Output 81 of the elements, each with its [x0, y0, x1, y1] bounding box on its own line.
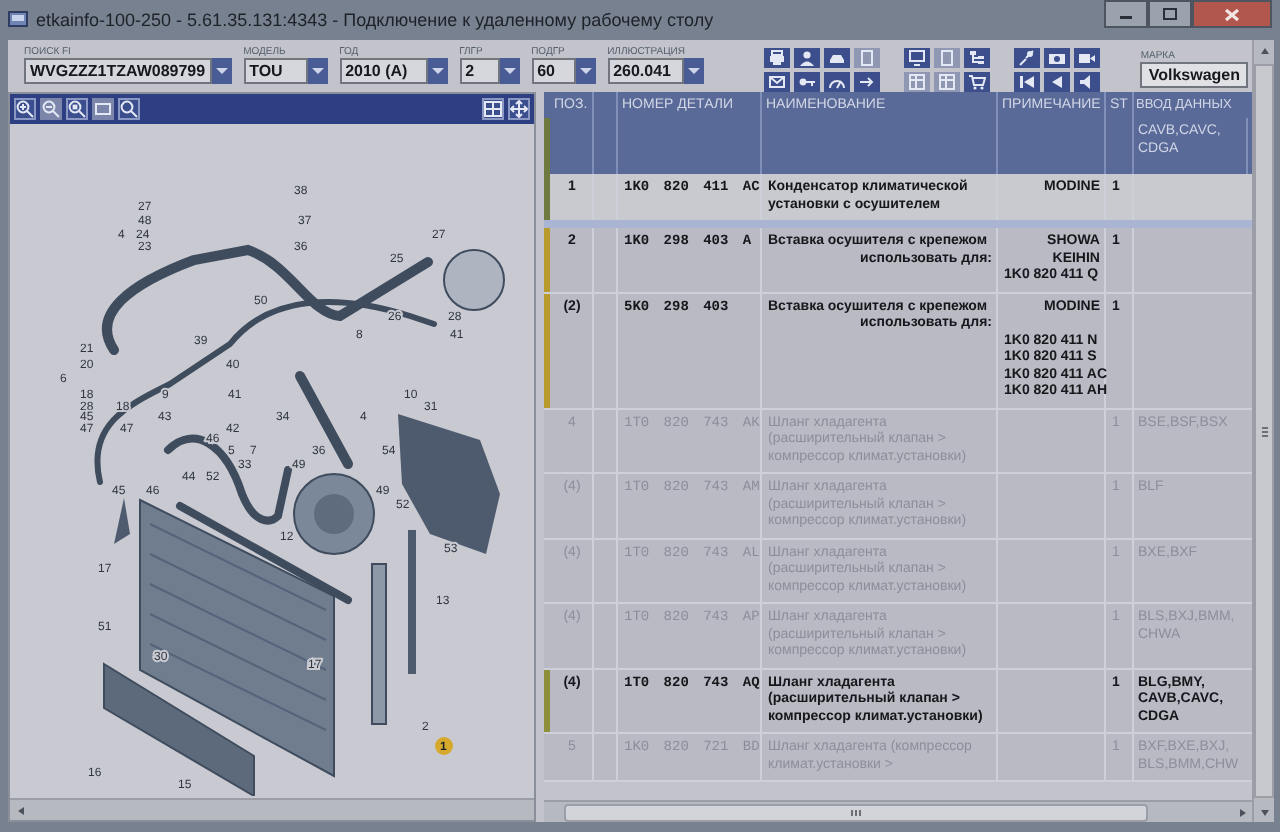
down-arrow-icon [1259, 807, 1269, 817]
cart-icon [968, 74, 987, 90]
skip-back-icon [1018, 74, 1037, 90]
dropdown-field[interactable]: 260.041 [607, 58, 684, 84]
zoom-out-icon [42, 100, 60, 118]
caret-icon [215, 68, 228, 74]
previous-button[interactable] [1044, 72, 1071, 92]
hierarchy-icon [968, 50, 987, 66]
maximize-button[interactable] [1148, 0, 1192, 28]
dropdown-button[interactable] [211, 58, 232, 84]
close-button[interactable] [1192, 0, 1272, 28]
close-icon [1224, 7, 1240, 21]
dropdown-button[interactable] [427, 58, 448, 84]
caret-icon [579, 68, 592, 74]
hierarchy-button[interactable] [964, 48, 991, 68]
sheet-icon [938, 74, 957, 90]
pin-button[interactable] [1014, 48, 1041, 68]
page-icon [94, 100, 112, 118]
horizontal-scrollbar[interactable] [544, 800, 1252, 822]
key-button[interactable] [794, 72, 821, 92]
gauge-button[interactable] [824, 72, 851, 92]
camera-button[interactable] [1044, 48, 1071, 68]
grip-icon [850, 807, 862, 817]
pin-icon [1018, 50, 1037, 66]
brand-field[interactable]: Volkswagen [1140, 62, 1248, 88]
printer-icon [768, 50, 787, 66]
person-button[interactable] [794, 48, 821, 68]
printer-button[interactable] [764, 48, 791, 68]
arrow-button[interactable] [854, 72, 881, 92]
maximize-icon [1162, 8, 1178, 20]
dropdown-button[interactable] [575, 58, 596, 84]
grid-icon [484, 100, 502, 118]
move-icon [510, 100, 528, 118]
search-button[interactable] [118, 98, 140, 120]
zoom-in-icon [16, 100, 34, 118]
speaker-button[interactable] [1074, 72, 1101, 92]
dropdown-field[interactable]: TOU [243, 58, 308, 84]
skip-back-button[interactable] [1014, 72, 1041, 92]
caret-icon [687, 68, 700, 74]
caret-icon [503, 68, 516, 74]
document-icon [858, 50, 877, 66]
key-icon [798, 74, 817, 90]
document-icon [938, 50, 957, 66]
caret-icon [311, 68, 324, 74]
zoom-fit-button[interactable] [66, 98, 88, 120]
sheet-icon [908, 74, 927, 90]
monitor-icon [908, 50, 927, 66]
right-arrow-icon [1237, 807, 1247, 817]
dropdown-button[interactable] [307, 58, 328, 84]
envelope-button[interactable] [764, 72, 791, 92]
vertical-scrollbar[interactable] [1252, 40, 1274, 822]
video-camera-icon [1078, 50, 1097, 66]
minimize-button[interactable] [1104, 0, 1148, 28]
video-camera-button[interactable] [1074, 48, 1101, 68]
car-button[interactable] [824, 48, 851, 68]
grid-button[interactable] [482, 98, 504, 120]
dropdown-field[interactable]: 2 [459, 58, 500, 84]
dropdown-field[interactable]: WVGZZZ1TZAW089799 [24, 58, 212, 84]
up-arrow-icon [1259, 45, 1269, 55]
envelope-icon [768, 74, 787, 90]
zoom-fit-icon [68, 100, 86, 118]
dropdown-field[interactable]: 2010 (A) [339, 58, 428, 84]
arrow-icon [858, 74, 877, 90]
app-icon [8, 10, 28, 30]
horizontal-scrollbar[interactable] [10, 798, 534, 820]
monitor-button[interactable] [904, 48, 931, 68]
zoom-in-button[interactable] [14, 98, 36, 120]
cart-button[interactable] [964, 72, 991, 92]
person-icon [798, 50, 817, 66]
search-icon [120, 100, 138, 118]
gauge-icon [828, 74, 847, 90]
camera-icon [1048, 50, 1067, 66]
grip-icon [1259, 425, 1269, 437]
window-title: etkainfo-100-250 - 5.61.35.131:4343 - Подключение к удаленному рабочему столу [36, 10, 716, 30]
left-arrow-icon [15, 805, 25, 815]
car-icon [828, 50, 847, 66]
dropdown-button[interactable] [499, 58, 520, 84]
caret-icon [431, 68, 444, 74]
move-button[interactable] [508, 98, 530, 120]
dropdown-button[interactable] [683, 58, 704, 84]
dropdown-field[interactable]: 60 [531, 58, 576, 84]
